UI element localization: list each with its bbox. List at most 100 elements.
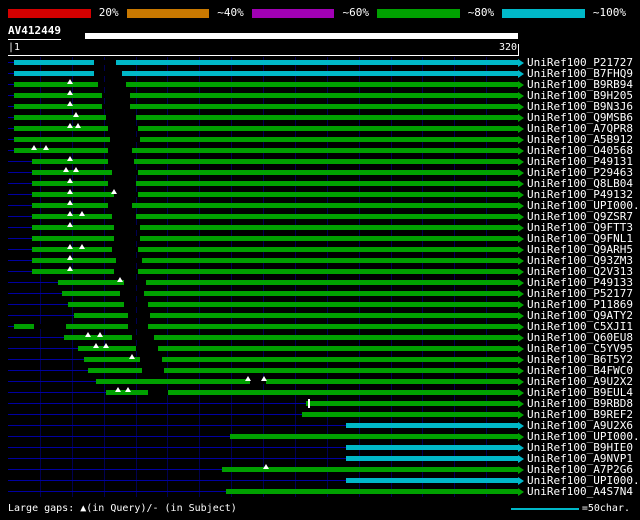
hsp-bar[interactable] [226, 489, 518, 494]
strand-arrow-icon [518, 158, 524, 166]
alignment-gap [108, 181, 136, 186]
hsp-bar[interactable] [32, 214, 518, 219]
query-name: AV412449 [8, 24, 61, 40]
query-gap-triangle-icon [63, 167, 69, 172]
strand-arrow-icon [518, 92, 524, 100]
query-gap-triangle-icon [73, 167, 79, 172]
query-gap-triangle-icon [85, 332, 91, 337]
strand-arrow-icon [518, 125, 524, 133]
alignment-gap [120, 291, 144, 296]
hsp-bar[interactable] [32, 192, 518, 197]
hsp-bar[interactable] [96, 379, 518, 384]
scale-line-icon [510, 507, 579, 510]
alignment-gap [106, 115, 136, 120]
hsp-bar[interactable] [32, 170, 518, 175]
hit-label[interactable]: UniRef100_A4S7N4 [527, 486, 633, 497]
query-gap-triangle-icon [43, 145, 49, 150]
alignment-gap [112, 247, 138, 252]
hsp-bar[interactable] [14, 104, 518, 109]
alignment-gap [108, 159, 134, 164]
alignment-gap [114, 236, 140, 241]
strand-arrow-icon [518, 59, 524, 67]
alignment-gap [102, 93, 130, 98]
alignment-gap [114, 225, 140, 230]
alignment-gap [108, 148, 132, 153]
alignment-gap [136, 346, 158, 351]
strand-arrow-icon [518, 279, 524, 287]
strand-arrow-icon [518, 180, 524, 188]
alignment-gap [124, 302, 148, 307]
query-sequence-bar [85, 33, 518, 39]
scale-key-label: ~40% [217, 6, 244, 19]
query-gap-triangle-icon [79, 211, 85, 216]
scale-key-label: ~100% [592, 6, 627, 19]
hsp-bar[interactable] [346, 445, 518, 450]
strand-arrow-icon [518, 422, 524, 430]
strand-arrow-icon [518, 433, 524, 441]
strand-arrow-icon [518, 345, 524, 353]
hsp-bar[interactable] [14, 71, 518, 76]
strand-arrow-icon [518, 334, 524, 342]
orange-range-segment [126, 8, 210, 18]
strand-arrow-icon [518, 312, 524, 320]
hsp-bar[interactable] [14, 115, 518, 120]
hsp-bar[interactable] [32, 247, 518, 252]
alignment-gap [112, 170, 138, 175]
alignment-gap [128, 324, 148, 329]
query-gap-triangle-icon [79, 244, 85, 249]
hsp-bar[interactable] [306, 401, 518, 406]
strand-arrow-icon [518, 367, 524, 375]
hsp-bar[interactable] [32, 236, 518, 241]
hsp-bar[interactable] [14, 93, 518, 98]
alignment-gap [132, 335, 154, 340]
ruler-end-tick [518, 44, 519, 55]
hsp-bar[interactable] [346, 423, 518, 428]
strand-arrow-icon [518, 235, 524, 243]
query-gap-triangle-icon [245, 376, 251, 381]
alignment-gap [140, 357, 162, 362]
query-gap-triangle-icon [67, 156, 73, 161]
alignment-gap [142, 368, 164, 373]
query-gap-triangle-icon [67, 200, 73, 205]
strand-arrow-icon [518, 114, 524, 122]
strand-arrow-icon [518, 389, 524, 397]
query-gap-triangle-icon [73, 112, 79, 117]
alignment-gap [148, 390, 168, 395]
scale-key-label: 20% [98, 6, 119, 19]
query-gap-triangle-icon [67, 211, 73, 216]
query-gap-triangle-icon [97, 332, 103, 337]
identity-scale-key: 20% ~40% ~60% ~80% ~100% [8, 7, 634, 19]
green-range-segment [376, 8, 460, 18]
hsp-bar[interactable] [14, 148, 518, 153]
scale-legend: =50char. [510, 503, 630, 514]
alignment-gap [124, 280, 146, 285]
hsp-bar[interactable] [32, 181, 518, 186]
hsp-bar[interactable] [346, 478, 518, 483]
hsp-bar[interactable] [14, 324, 518, 329]
query-gap-triangle-icon [67, 178, 73, 183]
hsp-bar[interactable] [32, 258, 518, 263]
large-gaps-legend: Large gaps: ▲(in Query)/- (in Subject) [8, 503, 237, 514]
query-gap-triangle-icon [261, 376, 267, 381]
query-gap-triangle-icon [67, 90, 73, 95]
hsp-bar[interactable] [230, 434, 518, 439]
hsp-bar[interactable] [32, 159, 518, 164]
red-range-segment [8, 8, 91, 18]
strand-arrow-icon [518, 246, 524, 254]
alignment-gap [114, 192, 138, 197]
hsp-bar[interactable] [14, 137, 518, 142]
hsp-bar[interactable] [302, 412, 518, 417]
hsp-bar[interactable] [346, 456, 518, 461]
scale-key-label: ~60% [342, 6, 369, 19]
hsp-bar[interactable] [14, 82, 518, 87]
hsp-bar[interactable] [14, 60, 518, 65]
query-gap-triangle-icon [117, 277, 123, 282]
hsp-bar[interactable] [32, 269, 518, 274]
hsp-bar[interactable] [32, 225, 518, 230]
strand-arrow-icon [518, 411, 524, 419]
alignment-gap [116, 258, 142, 263]
hsp-bar[interactable] [32, 203, 518, 208]
alignment-gap [108, 203, 132, 208]
hsp-bar[interactable] [14, 126, 518, 131]
strand-arrow-icon [518, 455, 524, 463]
